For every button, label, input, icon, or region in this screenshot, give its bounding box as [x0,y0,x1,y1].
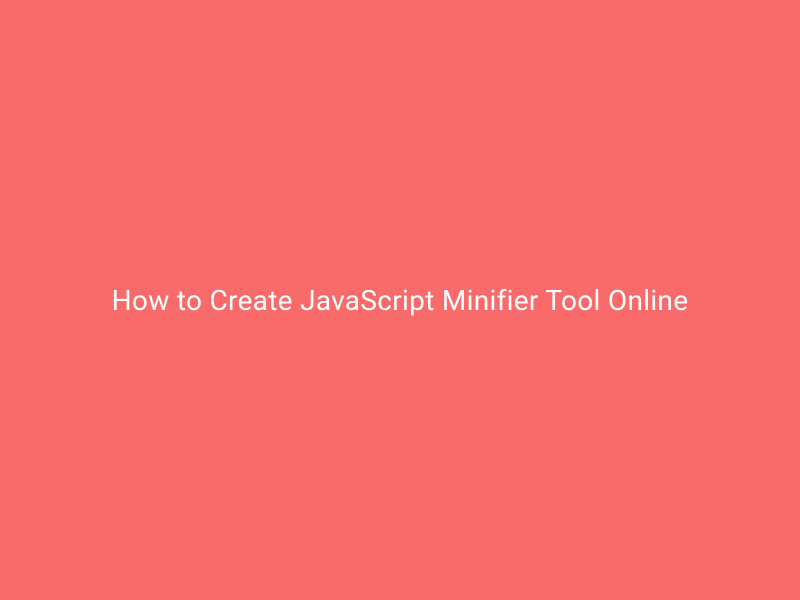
page-title: How to Create JavaScript Minifier Tool O… [112,284,689,317]
